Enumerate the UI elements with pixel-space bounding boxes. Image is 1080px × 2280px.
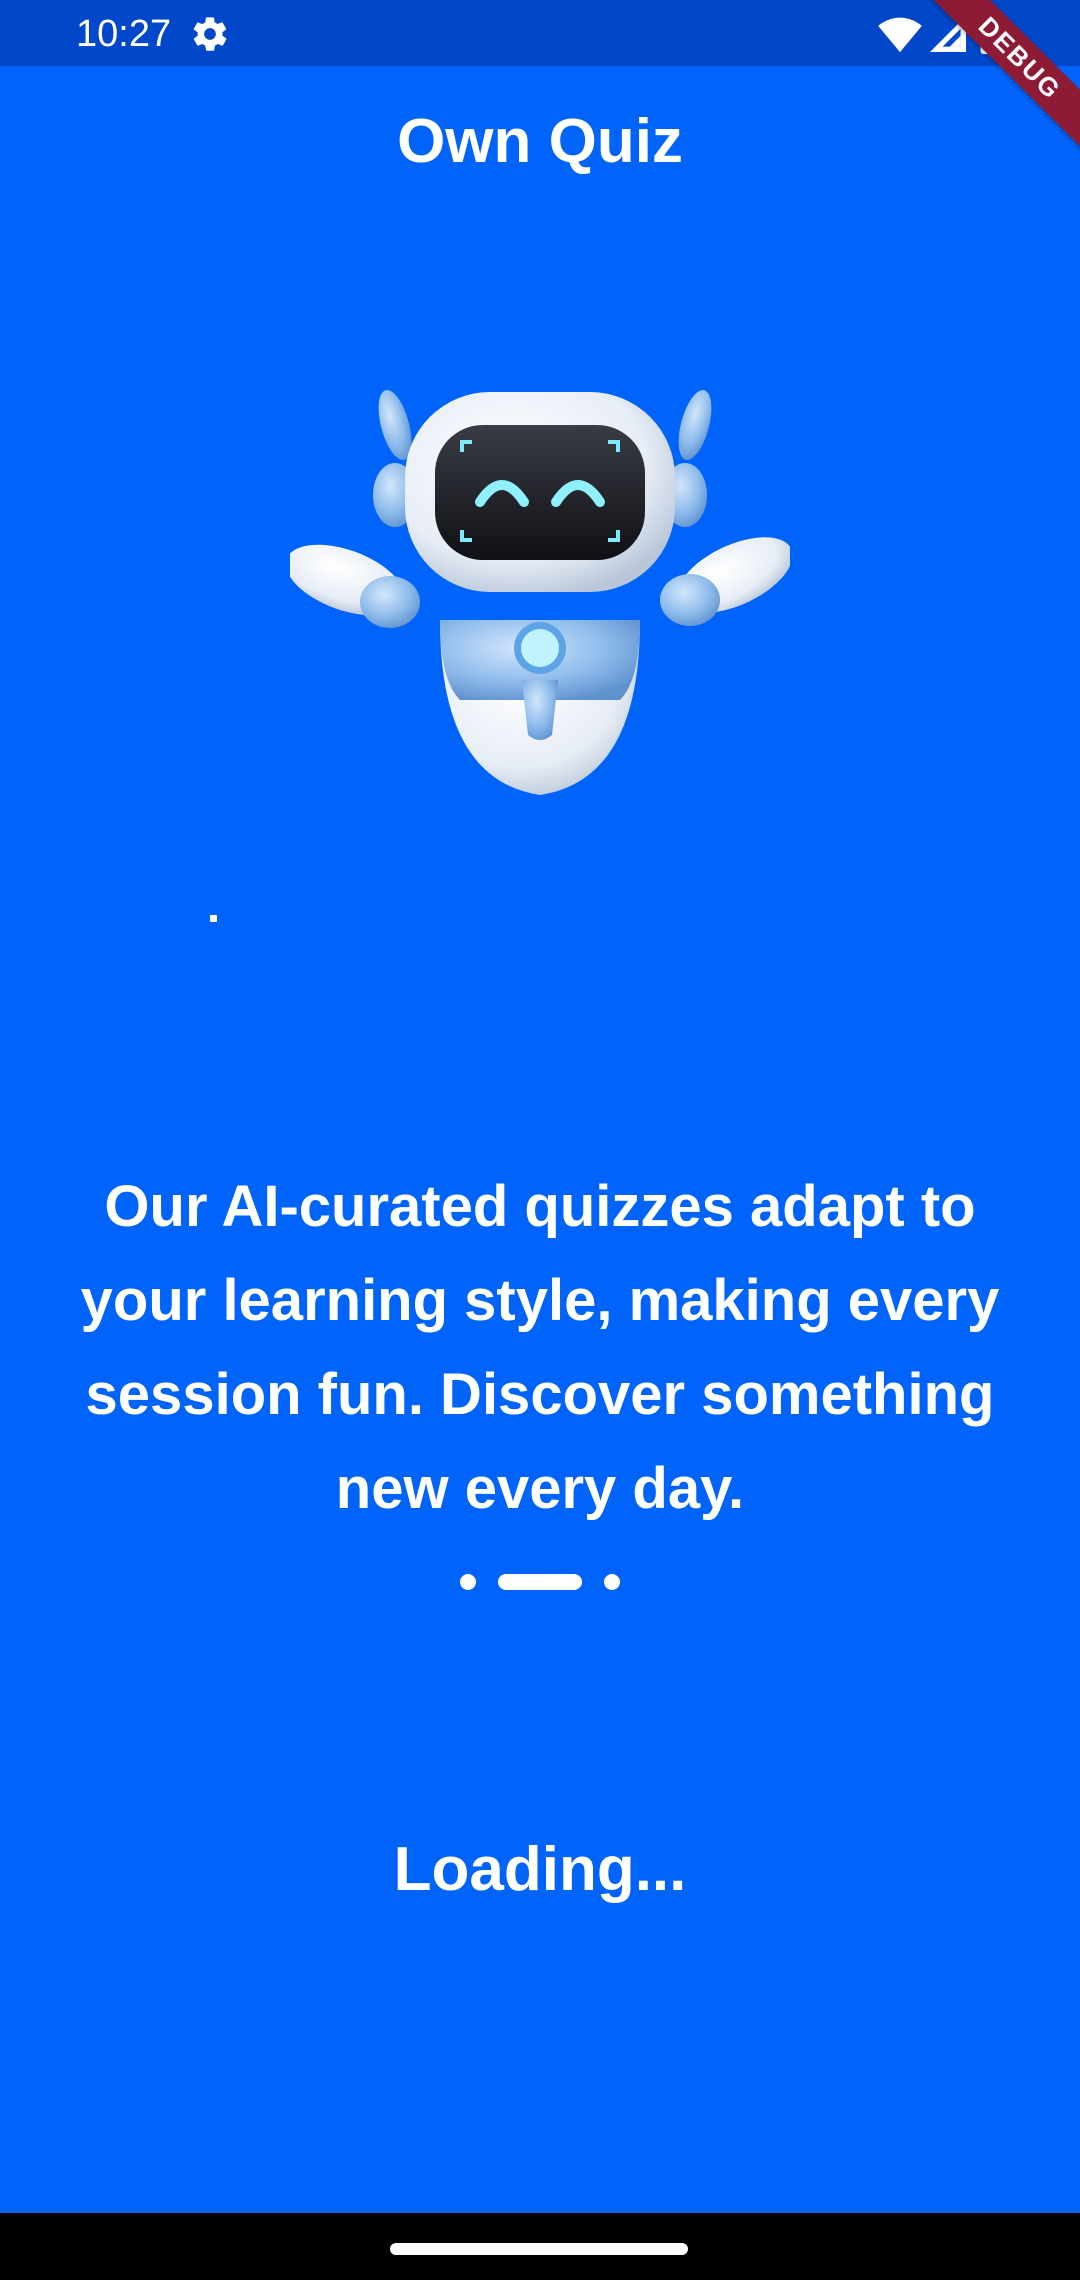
home-gesture-handle[interactable] (390, 2243, 688, 2255)
splash-screen: 10:27 DEBUG Own Quiz Our AI-curated quiz… (0, 0, 1080, 2280)
robot-mascot-icon (290, 390, 790, 795)
loading-text: Loading... (393, 1835, 687, 1904)
app-title: Own Quiz (397, 107, 683, 176)
wifi-icon (878, 17, 922, 53)
status-time: 10:27 (76, 13, 172, 55)
page-dot (460, 1574, 476, 1590)
navigation-bar (0, 2213, 1080, 2280)
decorative-dot (210, 915, 217, 922)
page-dot (604, 1574, 620, 1590)
page-indicator (0, 1573, 1080, 1591)
status-bar: 10:27 (0, 0, 1080, 66)
page-dot-active (498, 1574, 582, 1590)
gear-icon (193, 17, 227, 51)
onboarding-description: Our AI-curated quizzes adapt to your lea… (80, 1174, 1000, 1521)
